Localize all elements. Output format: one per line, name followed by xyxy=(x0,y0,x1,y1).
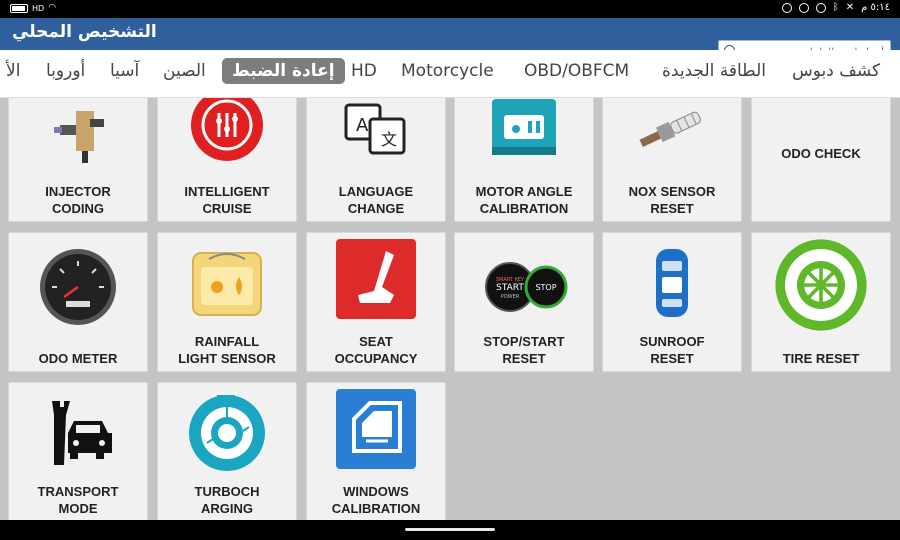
tile-label: ODO CHECK xyxy=(781,146,861,161)
tile-language-change[interactable]: A 文 LANGUAGE CHANGE xyxy=(306,98,446,222)
tile-odo-meter[interactable]: ODO METER xyxy=(8,232,148,372)
function-grid: INJECTOR CODING INTELLIGENT CRUISE A 文 L… xyxy=(0,98,900,520)
notification-icon xyxy=(798,2,809,13)
clock: ٥:١٤ م xyxy=(861,2,890,13)
tab-motorcycle[interactable]: Motorcycle xyxy=(401,61,494,81)
injector-icon xyxy=(54,111,104,163)
home-gesture-bar[interactable] xyxy=(405,528,495,531)
svg-text:A: A xyxy=(356,115,369,136)
page-title: التشخيص المحلي xyxy=(12,22,157,42)
stop-start-icon: SMART KEY START POWER STOP xyxy=(485,262,568,312)
tile-intelligent-cruise[interactable]: INTELLIGENT CRUISE xyxy=(157,98,297,222)
tile-windows-calibration[interactable]: WINDOWS CALIBRATION xyxy=(306,382,446,520)
tab-pin-detect[interactable]: كشف دبوس xyxy=(792,61,880,81)
tile-label: MOTOR ANGLE CALIBRATION xyxy=(475,184,573,216)
battery-text: HD xyxy=(32,3,45,13)
speedometer-icon xyxy=(40,249,116,325)
status-right: ᛒ ✕ ٥:١٤ م xyxy=(781,2,890,13)
sunroof-car-icon xyxy=(656,249,688,317)
notification-icon xyxy=(781,2,792,13)
tile-label: STOP/START RESET xyxy=(483,334,565,366)
tile-label: TRANSPORT MODE xyxy=(37,484,119,516)
tab-china[interactable]: الصين xyxy=(163,61,206,81)
tire-icon xyxy=(775,239,867,331)
tab-obd-obfcm[interactable]: OBD/OBFCM xyxy=(524,61,629,81)
wifi-icon: ◠ xyxy=(48,3,57,13)
tab-asia[interactable]: آسيا xyxy=(110,61,139,81)
tile-label: ODO METER xyxy=(38,351,118,366)
cruise-control-icon xyxy=(191,98,263,161)
tile-label: SEAT OCCUPANCY xyxy=(334,334,418,366)
tile-label: WINDOWS CALIBRATION xyxy=(331,484,421,516)
status-bar: HD ◠ ᛒ ✕ ٥:١٤ م xyxy=(0,0,900,18)
tile-rainfall-light-sensor[interactable]: RAINFALL LIGHT SENSOR xyxy=(157,232,297,372)
tile-nox-sensor-reset[interactable]: NOX SENSOR RESET xyxy=(602,98,742,222)
bluetooth-icon: ᛒ xyxy=(832,2,839,13)
tile-motor-angle-calibration[interactable]: MOTOR ANGLE CALIBRATION xyxy=(454,98,594,222)
category-tabs: كشف دبوس الطاقة الجديدة OBD/OBFCM Motorc… xyxy=(0,50,900,98)
title-bar: التشخيص المحلي xyxy=(0,18,900,64)
nox-sensor-icon xyxy=(639,111,701,147)
language-translate-icon: A 文 xyxy=(344,103,406,155)
tile-label: INTELLIGENT CRUISE xyxy=(184,184,270,216)
notification-icon xyxy=(815,2,826,13)
tile-label: TURBOCH ARGING xyxy=(194,484,260,516)
svg-text:POWER: POWER xyxy=(501,294,520,300)
tile-tire-reset[interactable]: TIRE RESET xyxy=(751,232,891,372)
tile-odo-check[interactable]: ODO CHECK xyxy=(751,98,891,222)
tab-new-energy[interactable]: الطاقة الجديدة xyxy=(662,61,766,81)
rain-light-sensor-icon xyxy=(192,252,262,316)
transport-mode-icon xyxy=(52,401,112,465)
motor-icon xyxy=(492,99,556,155)
svg-text:STOP: STOP xyxy=(535,283,556,292)
tile-transport-mode[interactable]: TRANSPORT MODE xyxy=(8,382,148,520)
tile-stop-start-reset[interactable]: SMART KEY START POWER STOP STOP/START RE… xyxy=(454,232,594,372)
tile-seat-occupancy[interactable]: SEAT OCCUPANCY xyxy=(306,232,446,372)
tile-label: NOX SENSOR RESET xyxy=(628,184,716,216)
tile-label: INJECTOR CODING xyxy=(45,184,111,216)
svg-text:START: START xyxy=(496,283,524,293)
tile-sunroof-reset[interactable]: SUNROOF RESET xyxy=(602,232,742,372)
tile-label: TIRE RESET xyxy=(782,351,860,366)
svg-text:文: 文 xyxy=(381,130,397,149)
window-icon xyxy=(336,389,416,469)
tile-injector-coding[interactable]: INJECTOR CODING xyxy=(8,98,148,222)
tab-hd[interactable]: HD xyxy=(351,61,377,81)
tab-europe[interactable]: أوروبا xyxy=(46,61,85,81)
mute-icon: ✕ xyxy=(845,2,855,13)
tile-turbocharging[interactable]: TURBOCH ARGING xyxy=(157,382,297,520)
tile-label: RAINFALL LIGHT SENSOR xyxy=(178,334,276,366)
tile-label: SUNROOF RESET xyxy=(639,334,705,366)
tile-label: LANGUAGE CHANGE xyxy=(338,184,414,216)
turbo-icon xyxy=(189,395,265,471)
seat-icon xyxy=(336,239,416,319)
system-navigation-bar xyxy=(0,520,900,540)
tab-reset[interactable]: إعادة الضبط xyxy=(222,58,345,84)
battery-icon xyxy=(10,3,28,13)
status-left: HD ◠ xyxy=(10,3,56,13)
tab-america[interactable]: الأ xyxy=(6,61,20,81)
